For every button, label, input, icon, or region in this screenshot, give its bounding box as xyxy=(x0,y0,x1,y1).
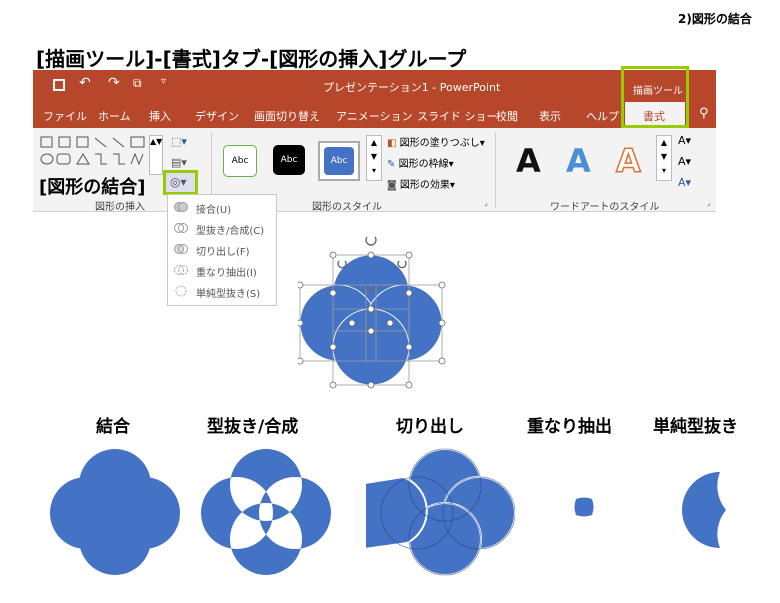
shape-outline-button[interactable]: ✎ 図形の枠線▾ xyxy=(387,155,454,170)
insert-shapes-group-label: 図形の挿入 xyxy=(95,202,145,213)
tab-bar: ファイル ホーム 挿入 デザイン 画面切り替え アニメーション スライド ショー… xyxy=(33,102,716,128)
ribbon: ↶ ↷ ⧉ ▿ プレゼンテーション1 - PowerPoint 描画ツール ファ… xyxy=(33,66,716,213)
selected-circles[interactable] xyxy=(298,225,448,390)
effects-icon: ◙ xyxy=(387,180,397,191)
intersect-icon xyxy=(174,263,188,277)
menu-item-intersect-label: 重なり抽出(I) xyxy=(196,268,257,279)
menu-item-fragment-label: 切り出し(F) xyxy=(196,247,250,258)
chevron-down-icon: ▾ xyxy=(479,138,485,149)
example-label-union: 結合 xyxy=(96,417,130,437)
save-icon[interactable] xyxy=(53,79,65,91)
wordart-sample-orange-text: A xyxy=(615,141,641,181)
union-shape xyxy=(50,449,180,575)
subtract-shape xyxy=(682,472,726,548)
merge-shapes-menu: 接合(U) 型抜き/合成(C) 切り出し(F) 重なり抽出(I) 単純型抜き(S… xyxy=(167,194,277,306)
shape-styles-group-label: 図形のスタイル xyxy=(312,202,382,213)
edit-shape-icon[interactable]: ⬚▾ xyxy=(171,135,187,148)
tab-design[interactable]: デザイン xyxy=(195,108,239,124)
merge-shapes-icon: ◎▾ xyxy=(170,175,187,189)
combine-shape xyxy=(201,449,331,575)
merge-shapes-button[interactable]: ◎▾ xyxy=(163,170,198,195)
style-sample-blue-text: Abc xyxy=(330,156,348,166)
wordart-sample-blue-text: A xyxy=(566,142,591,180)
style-sample-black-text: Abc xyxy=(280,155,298,165)
style-sample-outline-text: Abc xyxy=(231,156,249,166)
shape-fill-button[interactable]: ◧ 図形の塗りつぶし▾ xyxy=(387,134,485,149)
wordart-sample-blue[interactable]: A xyxy=(566,142,591,180)
gallery-more-button[interactable]: ▲▼ xyxy=(149,135,163,175)
menu-item-combine-label: 型抜き/合成(C) xyxy=(196,226,265,237)
tab-review[interactable]: 校閲 xyxy=(496,108,518,124)
fragment-shape xyxy=(364,448,515,576)
menu-item-union[interactable]: 接合(U) xyxy=(168,197,272,218)
tab-view[interactable]: 表示 xyxy=(539,108,561,124)
union-icon xyxy=(174,200,188,214)
redo-icon[interactable]: ↷ xyxy=(108,75,120,91)
menu-item-subtract[interactable]: 単純型抜き(S) xyxy=(168,281,272,302)
shape-effects-button[interactable]: ◙ 図形の効果▾ xyxy=(387,176,455,191)
wordart-gallery-scroll[interactable]: ▲ ▼ ▾ xyxy=(656,135,672,181)
menu-item-union-label: 接合(U) xyxy=(196,205,232,216)
merge-shapes-callout: [図形の結合] xyxy=(39,177,146,198)
subtract-icon xyxy=(174,284,188,298)
dialog-launcher-icon[interactable]: ⌟ xyxy=(707,198,711,207)
tab-file[interactable]: ファイル xyxy=(43,108,87,124)
wordart-styles-group-label: ワードアートのスタイル xyxy=(550,202,660,213)
pencil-icon: ✎ xyxy=(387,159,396,170)
text-fill-icon[interactable]: A▾ xyxy=(678,134,691,147)
wordart-sample-orange[interactable]: A xyxy=(615,141,641,181)
example-label-combine: 型抜き/合成 xyxy=(207,417,299,437)
chevron-down-icon: ▾ xyxy=(448,159,454,170)
page-label: 2)図形の結合 xyxy=(678,12,752,26)
customize-qat-icon[interactable]: ▿ xyxy=(161,76,166,87)
tab-transitions[interactable]: 画面切り替え xyxy=(254,108,320,124)
style-sample-black[interactable]: Abc xyxy=(273,145,305,175)
page-title: [描画ツール]-[書式]タブ-[図形の挿入]グループ xyxy=(36,47,467,71)
tab-insert[interactable]: 挿入 xyxy=(149,108,171,124)
wordart-sample-black-text: A xyxy=(516,142,541,180)
tab-home[interactable]: ホーム xyxy=(98,108,131,124)
tab-animations[interactable]: アニメーション xyxy=(336,108,413,124)
text-box-icon[interactable]: ▤▾ xyxy=(171,156,187,169)
dialog-launcher-icon[interactable]: ⌟ xyxy=(484,198,488,207)
undo-icon[interactable]: ↶ xyxy=(79,75,91,91)
highlight-frame xyxy=(621,66,689,128)
shape-outline-label: 図形の枠線 xyxy=(398,159,449,170)
menu-item-intersect[interactable]: 重なり抽出(I) xyxy=(168,260,272,281)
start-from-beginning-icon[interactable]: ⧉ xyxy=(133,76,142,91)
example-label-fragment: 切り出し xyxy=(396,417,464,437)
paint-bucket-icon: ◧ xyxy=(387,138,397,149)
window-title: プレゼンテーション1 - PowerPoint xyxy=(323,81,501,94)
menu-item-subtract-label: 単純型抜き(S) xyxy=(196,289,261,300)
title-bar: ↶ ↷ ⧉ ▿ プレゼンテーション1 - PowerPoint 描画ツール xyxy=(33,70,716,102)
tab-slideshow[interactable]: スライド ショー xyxy=(417,108,498,124)
text-outline-icon[interactable]: A▾ xyxy=(678,155,691,168)
shape-fill-label: 図形の塗りつぶし xyxy=(399,138,480,149)
shape-effects-label: 図形の効果 xyxy=(399,180,450,191)
chevron-down-icon: ▾ xyxy=(449,180,455,191)
combine-icon xyxy=(174,221,188,235)
tab-help[interactable]: ヘルプ xyxy=(586,108,619,124)
text-effects-icon[interactable]: A▾ xyxy=(678,176,691,189)
style-sample-outline[interactable]: Abc xyxy=(223,145,257,177)
menu-item-combine[interactable]: 型抜き/合成(C) xyxy=(168,218,272,239)
tell-me-icon[interactable]: ⚲ xyxy=(699,106,709,121)
example-label-subtract: 単純型抜き xyxy=(653,417,738,437)
style-sample-blue[interactable]: Abc xyxy=(318,141,360,181)
style-gallery-scroll[interactable]: ▲ ▼ ▾ xyxy=(366,135,382,181)
example-label-intersect: 重なり抽出 xyxy=(527,417,612,437)
group-separator xyxy=(495,132,496,208)
wordart-sample-black[interactable]: A xyxy=(516,142,541,180)
shape-gallery[interactable] xyxy=(39,134,159,174)
intersect-shape xyxy=(574,497,594,517)
fragment-icon xyxy=(174,242,188,256)
menu-item-fragment[interactable]: 切り出し(F) xyxy=(168,239,272,260)
